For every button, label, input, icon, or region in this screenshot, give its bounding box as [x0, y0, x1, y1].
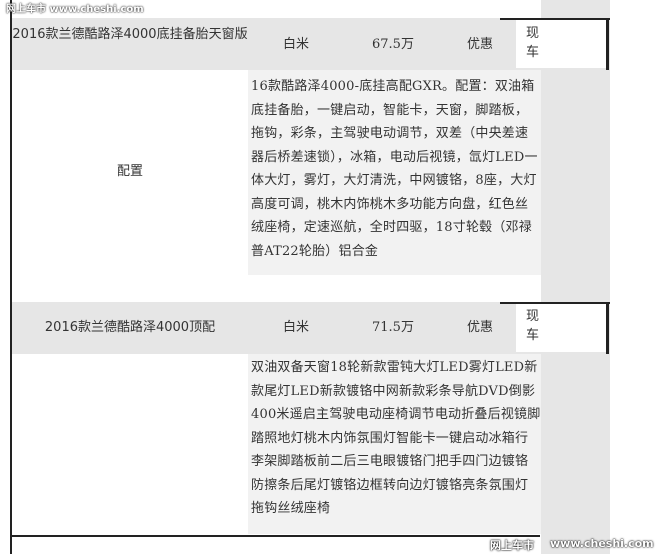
row1-promo: 优惠: [467, 37, 494, 52]
watermark-url: www.cheshi.com: [550, 537, 654, 550]
row2-color: 白米: [283, 320, 310, 335]
row1-price: 67.5万: [372, 37, 414, 52]
row1-config-label: 配置: [117, 164, 144, 179]
row1-color: 白米: [283, 37, 310, 52]
row2-promo: 优惠: [467, 320, 494, 335]
watermark-top-left: 网上车市 www.cheshi.com: [6, 4, 144, 15]
row2-stock: 现车: [526, 309, 540, 343]
row1-stock: 现车: [526, 26, 540, 60]
row2-right-border: [606, 302, 609, 354]
right-gray-column: [541, 0, 610, 554]
table-left-border: [10, 0, 12, 554]
row1-right-border: [606, 18, 609, 70]
table-bottom-border: [10, 535, 540, 537]
watermark-logo: 网上车市: [490, 539, 534, 552]
row2-price: 71.5万: [372, 320, 414, 335]
row2-model-name: 2016款兰德酷路泽4000顶配: [44, 320, 216, 335]
row1-config-text: 16款酷路泽4000-底挂高配GXR。配置：双油箱底挂备胎，一键启动，智能卡，天…: [251, 79, 538, 259]
row1-model-name: 2016款兰德酷路泽4000底挂备胎天窗版: [12, 27, 248, 42]
row2-config-text: 双油双备天窗18轮新款雷钝大灯LED雾灯LED新款尾灯LED新款镀铬中网新款彩条…: [251, 360, 541, 516]
